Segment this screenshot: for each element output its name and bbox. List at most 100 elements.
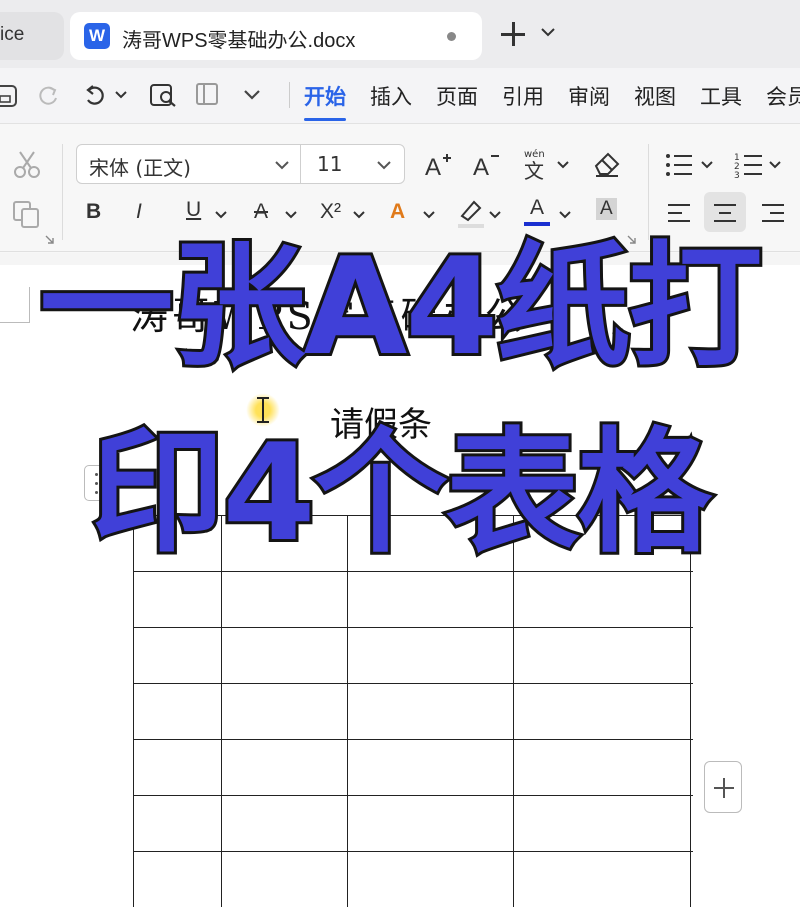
numbered-list-icon[interactable]: 123 <box>734 150 764 180</box>
menu-bar: 开始 插入 页面 引用 审阅 视图 工具 会员 <box>0 68 800 124</box>
menu-tab-insert[interactable]: 插入 <box>370 81 412 111</box>
table-row <box>133 851 693 907</box>
highlight-dropdown-chevron-icon[interactable] <box>488 210 502 220</box>
overlay-caption-line-1: 一张A4纸打 <box>37 229 766 385</box>
table-cell[interactable] <box>347 740 513 795</box>
table-cell[interactable] <box>513 572 691 627</box>
font-family-chevron-icon <box>275 161 289 170</box>
menu-separator <box>289 82 290 108</box>
new-tab-plus-icon[interactable] <box>496 16 532 52</box>
table-row <box>133 571 693 627</box>
phonetic-guide-icon[interactable]: wén文 <box>520 148 554 182</box>
ribbon-separator <box>648 144 649 240</box>
table-cell[interactable] <box>513 796 691 851</box>
undo-dropdown-chevron-icon[interactable] <box>114 76 128 112</box>
add-table-row-plus-icon[interactable] <box>704 761 742 813</box>
decrease-font-size-icon[interactable]: A <box>472 150 502 180</box>
redo-icon[interactable] <box>36 76 60 112</box>
font-size-select[interactable]: 11 <box>300 144 405 184</box>
table-cell[interactable] <box>221 684 347 739</box>
menu-tab-view[interactable]: 视图 <box>634 81 676 111</box>
text-effect-button[interactable]: A <box>390 200 405 224</box>
bold-button[interactable]: B <box>86 200 101 224</box>
tab-active-document[interactable]: W 涛哥WPS零基础办公.docx <box>70 12 482 60</box>
table-cell[interactable] <box>513 740 691 795</box>
svg-text:A: A <box>425 154 441 180</box>
numbered-list-dropdown-chevron-icon[interactable] <box>768 160 782 170</box>
underline-dropdown-chevron-icon[interactable] <box>214 210 228 220</box>
save-icon[interactable] <box>0 76 22 112</box>
table-cell[interactable] <box>513 628 691 683</box>
tab-bar: ice W 涛哥WPS零基础办公.docx <box>0 0 800 68</box>
table-row <box>133 795 693 851</box>
phonetic-dropdown-chevron-icon[interactable] <box>556 160 570 170</box>
ribbon-separator <box>62 144 63 240</box>
copy-icon[interactable] <box>12 200 44 230</box>
wps-writer-icon: W <box>84 23 110 49</box>
font-size-value: 11 <box>317 152 343 176</box>
svg-text:3: 3 <box>734 171 740 180</box>
bullet-list-icon[interactable] <box>664 152 694 178</box>
font-size-chevron-icon <box>377 161 391 170</box>
increase-font-size-icon[interactable]: A <box>424 150 454 180</box>
font-color-dropdown-chevron-icon[interactable] <box>558 210 572 220</box>
table-cell[interactable] <box>221 628 347 683</box>
font-family-value: 宋体 (正文) <box>89 156 191 180</box>
table-row <box>133 739 693 795</box>
align-center-icon[interactable] <box>712 202 738 224</box>
tab-list-chevron-icon[interactable] <box>540 26 556 38</box>
menu-tab-references[interactable]: 引用 <box>502 81 544 111</box>
table-row <box>133 627 693 683</box>
unsaved-dot-icon[interactable] <box>447 32 456 41</box>
table-cell[interactable] <box>133 740 221 795</box>
table-cell[interactable] <box>347 684 513 739</box>
table-cell[interactable] <box>347 796 513 851</box>
italic-button[interactable]: I <box>136 200 142 224</box>
font-color-button[interactable]: A <box>530 196 544 220</box>
underline-button[interactable]: U <box>186 198 201 222</box>
superscript-dropdown-chevron-icon[interactable] <box>352 210 366 220</box>
leave-form-table[interactable] <box>133 515 693 907</box>
table-cell[interactable] <box>221 572 347 627</box>
document-tab-title: 涛哥WPS零基础办公.docx <box>122 30 356 52</box>
superscript-button[interactable]: X² <box>320 200 341 224</box>
highlight-pen-icon[interactable] <box>456 196 486 230</box>
table-cell[interactable] <box>347 852 513 907</box>
table-cell[interactable] <box>133 628 221 683</box>
svg-text:文: 文 <box>524 159 544 182</box>
align-left-icon[interactable] <box>666 202 692 224</box>
menu-tab-page[interactable]: 页面 <box>436 81 478 111</box>
undo-icon[interactable] <box>82 76 108 112</box>
align-right-icon[interactable] <box>760 202 786 224</box>
font-color-swatch <box>524 222 550 226</box>
more-dropdown-chevron-icon[interactable] <box>242 76 262 112</box>
table-cell[interactable] <box>513 852 691 907</box>
overlay-caption-line-2: 印4个表格 <box>87 415 714 571</box>
cut-scissors-icon[interactable] <box>12 150 42 180</box>
clear-formatting-eraser-icon[interactable] <box>592 148 622 178</box>
strikethrough-button[interactable]: A <box>254 200 268 224</box>
table-cell[interactable] <box>221 796 347 851</box>
text-effect-dropdown-chevron-icon[interactable] <box>422 210 436 220</box>
menu-tab-home[interactable]: 开始 <box>304 81 346 121</box>
bullet-list-dropdown-chevron-icon[interactable] <box>700 160 714 170</box>
table-cell[interactable] <box>221 852 347 907</box>
print-preview-icon[interactable] <box>148 76 180 112</box>
menu-tab-review[interactable]: 审阅 <box>568 81 610 111</box>
tab-previous-document[interactable]: ice <box>0 12 64 60</box>
table-cell[interactable] <box>133 796 221 851</box>
table-cell[interactable] <box>513 684 691 739</box>
table-cell[interactable] <box>133 684 221 739</box>
table-cell[interactable] <box>133 572 221 627</box>
layout-panel-icon[interactable] <box>194 76 222 112</box>
table-cell[interactable] <box>221 740 347 795</box>
tab-previous-label: ice <box>0 24 25 45</box>
character-shading-button[interactable]: A <box>596 198 617 220</box>
table-cell[interactable] <box>133 852 221 907</box>
menu-tab-member[interactable]: 会员 <box>766 81 800 111</box>
strikethrough-dropdown-chevron-icon[interactable] <box>284 210 298 220</box>
font-family-select[interactable]: 宋体 (正文) <box>76 144 301 184</box>
table-cell[interactable] <box>347 572 513 627</box>
table-cell[interactable] <box>347 628 513 683</box>
menu-tab-tools[interactable]: 工具 <box>700 81 742 111</box>
